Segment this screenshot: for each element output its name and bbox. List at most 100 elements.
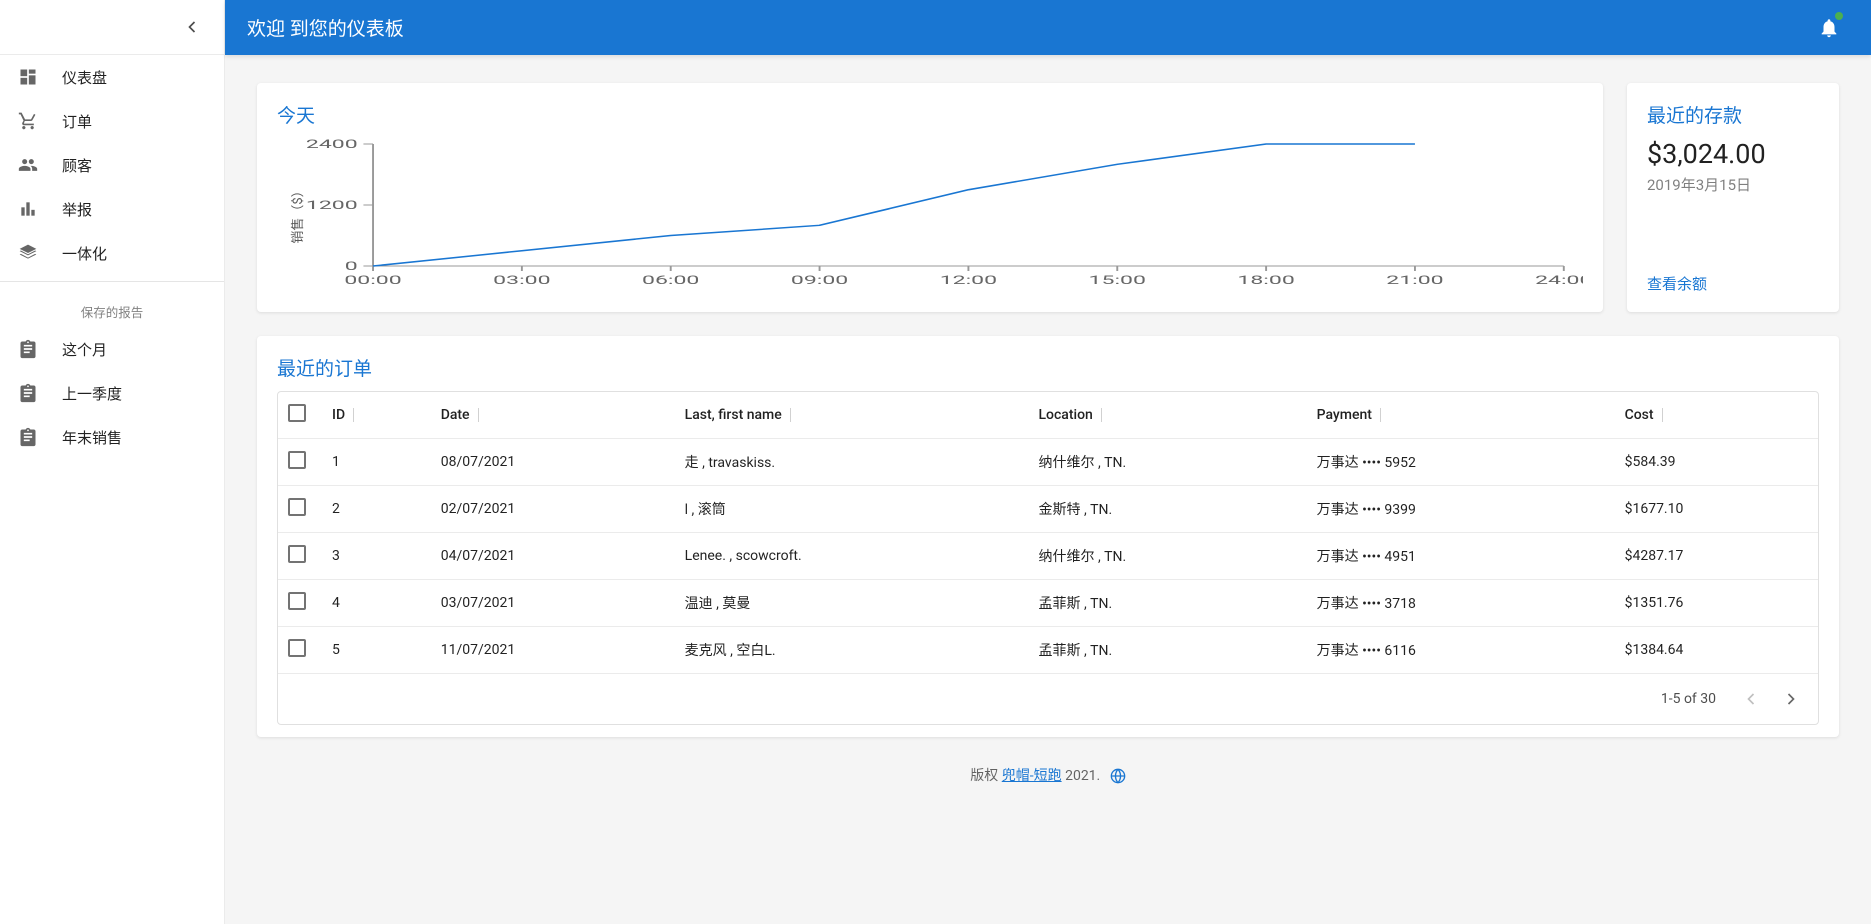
sidebar-item-label: 订单 (62, 111, 92, 132)
sidebar-item-label: 这个月 (62, 339, 107, 360)
sidebar-item-label: 仪表盘 (62, 67, 107, 88)
chart-card: 今天 销售（$） 0 1200 2400 00:00 03:00 06:00 09:00 12… (257, 83, 1603, 312)
footer-link[interactable]: 兜帽-短跑 (1002, 768, 1062, 784)
col-name[interactable]: Last, first name (675, 392, 1029, 439)
table-row[interactable]: 403/07/2021温迪 , 莫曼孟菲斯 , TN.万事达 •••• 3718… (278, 580, 1818, 627)
sidebar-item-reports[interactable]: 举报 (0, 187, 224, 231)
page-title: 欢迎 到您的仪表板 (247, 14, 1809, 41)
svg-text:09:00: 09:00 (791, 274, 848, 288)
assignment-icon (16, 425, 40, 449)
deposit-date: 2019年3月15日 (1647, 174, 1819, 195)
deposit-title: 最近的存款 (1647, 101, 1819, 128)
orders-table: ID Date Last, first name Location Paymen… (278, 392, 1818, 673)
layers-icon (16, 241, 40, 265)
cell-cost: $584.39 (1615, 439, 1818, 486)
notifications-button[interactable] (1809, 8, 1849, 48)
deposit-card: 最近的存款 $3,024.00 2019年3月15日 查看余额 (1627, 83, 1839, 312)
sidebar-item-label: 顾客 (62, 155, 92, 176)
view-balance-link[interactable]: 查看余额 (1647, 273, 1819, 294)
cell-id: 1 (322, 439, 431, 486)
collapse-sidebar-button[interactable] (172, 7, 212, 47)
cell-date: 04/07/2021 (431, 533, 675, 580)
cell-id: 2 (322, 486, 431, 533)
cell-date: 08/07/2021 (431, 439, 675, 486)
svg-text:03:00: 03:00 (493, 274, 550, 288)
sidebar-nav: 仪表盘 订单 顾客 举报 一体化 (0, 55, 224, 275)
dashboard-icon (16, 65, 40, 89)
cell-name: 温迪 , 莫曼 (675, 580, 1029, 627)
col-location[interactable]: Location (1028, 392, 1306, 439)
row-checkbox[interactable] (288, 498, 306, 516)
cell-location: 孟菲斯 , TN. (1028, 580, 1306, 627)
line-chart: 01200240000:0003:0006:0009:0012:0015:001… (277, 134, 1583, 294)
sidebar-item-dashboard[interactable]: 仪表盘 (0, 55, 224, 99)
assignment-icon (16, 381, 40, 405)
language-button[interactable] (1110, 768, 1126, 784)
globe-icon (1110, 768, 1126, 784)
col-cost[interactable]: Cost (1615, 392, 1818, 439)
row-checkbox[interactable] (288, 451, 306, 469)
row-checkbox[interactable] (288, 639, 306, 657)
table-footer: 1-5 of 30 (278, 673, 1818, 724)
svg-text:0: 0 (345, 260, 358, 274)
cell-cost: $1384.64 (1615, 627, 1818, 674)
sidebar-item-orders[interactable]: 订单 (0, 99, 224, 143)
cell-date: 11/07/2021 (431, 627, 675, 674)
cell-cost: $4287.17 (1615, 533, 1818, 580)
select-all-checkbox[interactable] (288, 404, 306, 422)
sidebar-toolbar (0, 0, 224, 55)
sidebar-subheader: 保存的报告 (0, 288, 224, 327)
sidebar: 仪表盘 订单 顾客 举报 一体化 保存的报告 这个月 (0, 0, 225, 924)
next-page-button[interactable] (1774, 682, 1808, 716)
cell-name: Lenee. , scowcroft. (675, 533, 1029, 580)
prev-page-button[interactable] (1734, 682, 1768, 716)
cart-icon (16, 109, 40, 133)
chevron-left-icon (182, 17, 202, 37)
chart-title: 今天 (277, 101, 1583, 128)
row-checkbox[interactable] (288, 545, 306, 563)
people-icon (16, 153, 40, 177)
svg-text:15:00: 15:00 (1089, 274, 1146, 288)
cell-date: 03/07/2021 (431, 580, 675, 627)
bar-chart-icon (16, 197, 40, 221)
sidebar-item-this-month[interactable]: 这个月 (0, 327, 224, 371)
row-checkbox[interactable] (288, 592, 306, 610)
sidebar-item-customers[interactable]: 顾客 (0, 143, 224, 187)
notification-dot-icon (1835, 12, 1843, 20)
sidebar-item-last-quarter[interactable]: 上一季度 (0, 371, 224, 415)
cell-cost: $1677.10 (1615, 486, 1818, 533)
svg-text:12:00: 12:00 (940, 274, 997, 288)
cell-date: 02/07/2021 (431, 486, 675, 533)
col-id[interactable]: ID (322, 392, 431, 439)
cell-cost: $1351.76 (1615, 580, 1818, 627)
cell-payment: 万事达 •••• 9399 (1307, 486, 1615, 533)
cell-location: 纳什维尔 , TN. (1028, 439, 1306, 486)
svg-text:06:00: 06:00 (642, 274, 699, 288)
sidebar-item-label: 上一季度 (62, 383, 122, 404)
sidebar-item-integrations[interactable]: 一体化 (0, 231, 224, 275)
table-row[interactable]: 108/07/2021走 , travaskiss.纳什维尔 , TN.万事达 … (278, 439, 1818, 486)
svg-text:00:00: 00:00 (344, 274, 401, 288)
divider (0, 281, 224, 282)
content-area: 欢迎 到您的仪表板 今天 销售（$） 0 1200 2400 00:00 03:00 06… (225, 0, 1871, 924)
appbar: 欢迎 到您的仪表板 (225, 0, 1871, 55)
copyright-pre: 版权 (970, 768, 1001, 784)
cell-payment: 万事达 •••• 5952 (1307, 439, 1615, 486)
table-header-row: ID Date Last, first name Location Paymen… (278, 392, 1818, 439)
table-row[interactable]: 511/07/2021麦克风 , 空白L.孟菲斯 , TN.万事达 •••• 6… (278, 627, 1818, 674)
orders-title: 最近的订单 (277, 354, 1819, 381)
col-payment[interactable]: Payment (1307, 392, 1615, 439)
svg-text:1200: 1200 (306, 199, 358, 213)
svg-text:21:00: 21:00 (1386, 274, 1443, 288)
sidebar-item-year-end[interactable]: 年末销售 (0, 415, 224, 459)
y-axis-label: 销售（$） (287, 184, 306, 243)
orders-table-wrap: ID Date Last, first name Location Paymen… (277, 391, 1819, 725)
col-date[interactable]: Date (431, 392, 675, 439)
table-row[interactable]: 202/07/2021l , 滚筒金斯特 , TN.万事达 •••• 9399$… (278, 486, 1818, 533)
main: 今天 销售（$） 01200240000:0003:0006:0009:0012… (225, 55, 1871, 924)
deposit-amount: $3,024.00 (1647, 138, 1819, 170)
cell-id: 3 (322, 533, 431, 580)
svg-text:2400: 2400 (306, 138, 358, 152)
sidebar-item-label: 一体化 (62, 243, 107, 264)
table-row[interactable]: 304/07/2021Lenee. , scowcroft.纳什维尔 , TN.… (278, 533, 1818, 580)
